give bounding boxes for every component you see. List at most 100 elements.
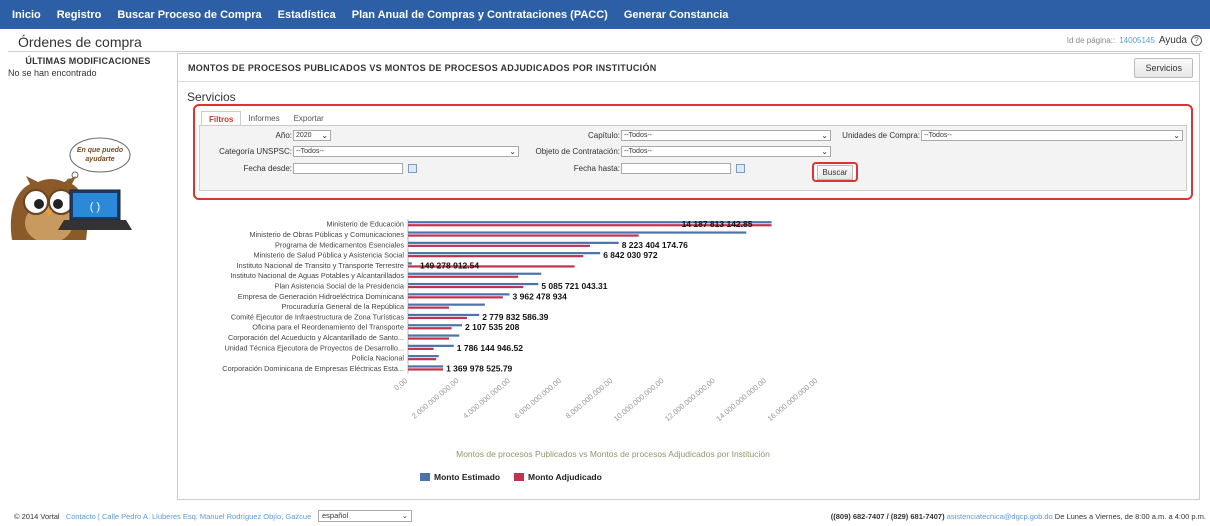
category-label: Policía Nacional [352, 354, 405, 363]
data-label: 1 786 144 946.52 [457, 343, 523, 353]
fecha-desde-input[interactable] [293, 163, 403, 174]
chevron-down-icon: ⌄ [1173, 131, 1180, 140]
filters-form: Año: 2020 ⌄ Capítulo: --Todos-- ⌄ Unidades… [199, 125, 1187, 191]
x-tick-label: 0,00 [392, 376, 409, 392]
footer-left: © 2014 Vortal Contacto | Calle Pedro A. … [14, 512, 311, 521]
bar-monto-estimado [408, 365, 444, 368]
legend-label: Monto Estimado [434, 472, 500, 482]
capitulo-label: Capítulo: [587, 131, 620, 140]
language-select[interactable]: español ⌄ [318, 510, 412, 522]
calendar-icon[interactable] [736, 164, 745, 173]
data-label: 3 962 478 934 [513, 291, 568, 301]
data-label: 2 107 535 208 [465, 322, 520, 332]
objeto-label: Objeto de Contratación: [535, 147, 621, 156]
unidades-select[interactable]: --Todos-- ⌄ [921, 130, 1183, 141]
unidades-label: Unidades de Compra: [842, 131, 920, 140]
main-header: MONTOS DE PROCESOS PUBLICADOS VS MONTOS … [178, 54, 1199, 82]
fecha-desde-label: Fecha desde: [243, 164, 292, 173]
x-tick-label: 12.000.000.000,00 [663, 376, 717, 423]
bar-monto-adjudicado [408, 316, 467, 320]
x-tick-label: 4.000.000.000,00 [461, 376, 512, 420]
bar-monto-adjudicado [408, 358, 437, 361]
bar-monto-adjudicado [408, 327, 452, 330]
legend-swatch [514, 473, 524, 481]
email-link[interactable]: asistenciatecnica@dgcp.gob.do [947, 512, 1053, 521]
x-tick-label: 2.000.000.000,00 [410, 376, 461, 420]
bar-monto-adjudicado [408, 296, 503, 299]
filters-panel: Filtros Informes Exportar Año: 2020 ⌄ Cap… [193, 104, 1193, 200]
category-label: Unidad Técnica Ejecutora de Proyectos de… [224, 343, 404, 352]
nav-buscar-proceso[interactable]: Buscar Proceso de Compra [117, 9, 261, 21]
x-tick-label: 6.000.000.000,00 [513, 376, 564, 420]
bar-chart: Ministerio de EducaciónMinisterio de Obr… [222, 219, 819, 482]
chevron-down-icon: ⌄ [821, 131, 828, 140]
category-label: Empresa de Generación Hidroeléctrica Dom… [238, 292, 405, 301]
objeto-select[interactable]: --Todos-- ⌄ [621, 146, 831, 157]
bar-monto-estimado [408, 262, 412, 265]
category-label: Instituto Nacional de Transito y Transpo… [237, 261, 404, 270]
capitulo-select[interactable]: --Todos-- ⌄ [621, 130, 831, 141]
sidebar: ÚLTIMAS MODIFICACIONES No se han encontr… [8, 56, 168, 78]
bar-monto-estimado [408, 334, 460, 337]
language-value: español [322, 511, 349, 520]
calendar-icon[interactable] [408, 164, 417, 173]
main-panel: MONTOS DE PROCESOS PUBLICADOS VS MONTOS … [177, 53, 1200, 500]
servicios-section-title: Servicios [187, 90, 236, 104]
page-title: Órdenes de compra [18, 34, 142, 50]
fecha-hasta-input[interactable] [621, 163, 731, 174]
bar-monto-estimado [408, 355, 439, 358]
nav-pacc[interactable]: Plan Anual de Compras y Contrataciones (… [352, 9, 608, 21]
divider [8, 51, 1202, 52]
data-label: 14 187 813 142.85 [682, 219, 753, 229]
data-label: 2 779 832 586.39 [482, 312, 548, 322]
x-tick-label: 14.000.000.000,00 [714, 376, 768, 423]
nav-inicio[interactable]: Inicio [12, 9, 41, 21]
categoria-select[interactable]: --Todos-- ⌄ [293, 146, 519, 157]
bar-monto-estimado [408, 324, 463, 327]
phones: ((809) 682-7407 / (829) 681-7407) [830, 512, 945, 521]
buscar-button[interactable]: Buscar [816, 164, 854, 180]
nav-registro[interactable]: Registro [57, 9, 102, 21]
contact-link[interactable]: Contacto | Calle Pedro A. Lluberes Esq. … [66, 512, 311, 521]
chevron-down-icon: ⌄ [509, 147, 516, 156]
category-label: Plan Asistencia Social de la Presidencia [275, 281, 405, 290]
bar-monto-adjudicado [408, 347, 434, 350]
page-id-label: Id de página:: [1066, 36, 1116, 45]
category-label: Comité Ejecutor de Infraestructura de Zo… [231, 312, 405, 321]
sidebar-heading: ÚLTIMAS MODIFICACIONES [25, 56, 151, 66]
anio-select[interactable]: 2020 ⌄ [293, 130, 331, 141]
x-tick-label: 10.000.000.000,00 [612, 376, 666, 423]
footer: © 2014 Vortal Contacto | Calle Pedro A. … [0, 510, 1210, 524]
category-label: Ministerio de Salud Pública y Asistencia… [254, 251, 405, 260]
data-label: 5 085 721 043.31 [541, 281, 607, 291]
footer-right: ((809) 682-7407 / (829) 681-7407) asiste… [831, 512, 1206, 521]
data-label: 1 369 978 525.79 [446, 363, 512, 373]
anio-value: 2020 [296, 132, 312, 139]
chevron-down-icon: ⌄ [401, 511, 408, 520]
bar-monto-estimado [408, 303, 485, 306]
nav-generar-constancia[interactable]: Generar Constancia [624, 9, 729, 21]
chevron-down-icon: ⌄ [321, 131, 328, 140]
bar-monto-adjudicado [408, 368, 444, 371]
category-label: Procuraduría General de la República [282, 302, 405, 311]
data-label: 8 223 404 174.76 [622, 240, 688, 250]
nav-estadistica[interactable]: Estadística [278, 9, 336, 21]
owl-mascot-icon[interactable]: En que puedo ayudarte ( ) [0, 120, 140, 240]
bar-monto-estimado [408, 272, 542, 275]
category-label: Ministerio de Obras Públicas y Comunicac… [249, 230, 404, 239]
chart-title: Montos de procesos Publicados vs Montos … [456, 449, 770, 459]
bar-monto-adjudicado [408, 275, 519, 278]
bar-monto-estimado [408, 282, 539, 286]
help-icon[interactable]: ? [1191, 35, 1202, 46]
bar-monto-adjudicado [408, 255, 584, 258]
category-label: Ministerio de Educación [327, 220, 404, 229]
bar-monto-adjudicado [408, 337, 449, 340]
help-link[interactable]: Ayuda [1159, 35, 1187, 46]
buscar-button-highlight: Buscar [812, 162, 858, 182]
category-label: Corporación del Acueducto y Alcantarilla… [228, 333, 404, 342]
capitulo-value: --Todos-- [624, 132, 653, 139]
page-id-value[interactable]: 14005145 [1119, 36, 1155, 45]
servicios-button[interactable]: Servicios [1134, 58, 1193, 78]
category-label: Oficina para el Reordenamiento del Trans… [252, 323, 404, 332]
sidebar-empty-text: No se han encontrado [8, 68, 97, 78]
